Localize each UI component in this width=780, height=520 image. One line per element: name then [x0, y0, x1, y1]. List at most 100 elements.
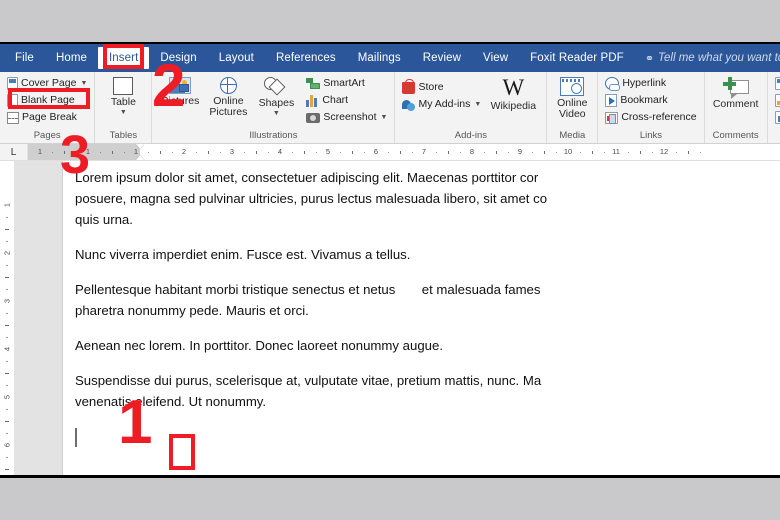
hyperlink-button[interactable]: Hyperlink: [603, 75, 698, 92]
bookmark-button[interactable]: Bookmark: [603, 92, 698, 109]
chevron-down-icon: ▼: [474, 101, 482, 108]
ruler-tick-label: 8: [469, 147, 475, 156]
ruler-tick-mark: [64, 151, 65, 154]
online-pictures-button[interactable]: Online Pictures: [205, 75, 251, 118]
cross-reference-button[interactable]: Cross-reference: [603, 109, 698, 126]
group-title-media: Media: [559, 130, 586, 141]
page-number-button[interactable]: Page Number ▼: [773, 109, 780, 126]
document-text-container[interactable]: Lorem ipsum dolor sit amet, consectetuer…: [63, 167, 780, 448]
hyperlink-icon: [605, 77, 621, 91]
ruler-tick-mark: [172, 152, 173, 153]
smartart-button[interactable]: SmartArt: [304, 75, 389, 92]
document-page[interactable]: Lorem ipsum dolor sit amet, consectetuer…: [63, 161, 780, 475]
horizontal-ruler[interactable]: 1 1 1 2 3 4 5 6 7 8 9 10 11 12: [28, 144, 780, 160]
tab-view[interactable]: View: [472, 48, 519, 68]
table-icon: [113, 77, 134, 95]
online-video-icon: [560, 77, 585, 96]
ruler-tick-mark: [292, 152, 293, 153]
ribbon-group-links: Hyperlink Bookmark Cross-reference Links: [598, 72, 705, 143]
vertical-ruler-tick-mark: [5, 373, 9, 374]
vertical-ruler-tick-mark: [5, 421, 9, 422]
my-add-ins-button[interactable]: My Add-ins ▼: [400, 96, 483, 113]
document-line: venenatis eleifend. Ut nonummy.: [75, 394, 267, 409]
table-button[interactable]: Table ▼: [100, 75, 146, 118]
ruler-tick-label: 12: [659, 147, 669, 156]
ruler-tick-mark: [448, 151, 449, 154]
ruler-tick-mark: [388, 152, 389, 153]
tab-layout[interactable]: Layout: [208, 48, 265, 68]
smartart-icon: [306, 77, 321, 90]
ruler-tick-mark: [436, 152, 437, 153]
tab-references[interactable]: References: [265, 48, 347, 68]
vertical-ruler-tick-mark: [6, 313, 8, 314]
hyperlink-label: Hyperlink: [622, 77, 667, 89]
store-label: Store: [418, 81, 444, 93]
chevron-down-icon: ▼: [80, 80, 88, 87]
screenshot-button[interactable]: Screenshot ▼: [304, 109, 389, 126]
cover-page-button[interactable]: Cover Page ▼: [5, 75, 89, 92]
group-title-links: Links: [639, 130, 663, 141]
ruler-tick-mark: [196, 152, 197, 153]
tell-me-placeholder: Tell me what you want to do...: [658, 52, 780, 64]
wikipedia-label: Wikipedia: [490, 100, 537, 112]
ruler-bar: L 1 1 1 2 3 4 5 6 7 8 9 10 11 12: [0, 144, 780, 161]
tab-design[interactable]: Design: [149, 48, 207, 68]
add-ins-icon: [402, 99, 416, 111]
blank-page-button[interactable]: Blank Page: [5, 92, 89, 109]
ruler-tick-label: 1: [85, 147, 91, 156]
document-paragraph[interactable]: Aenean nec lorem. In porttitor. Donec la…: [75, 335, 780, 356]
header-button[interactable]: Header ▼: [773, 75, 780, 92]
ruler-tick-label: 1: [133, 147, 139, 156]
vertical-ruler[interactable]: 1 2 3 4 5 6: [0, 161, 14, 475]
vertical-ruler-tick-mark: [6, 457, 8, 458]
ruler-tick-mark: [604, 152, 605, 153]
tab-home[interactable]: Home: [45, 48, 98, 68]
ruler-tick-label: 4: [277, 147, 283, 156]
footer-button[interactable]: Footer ▼: [773, 92, 780, 109]
shapes-button[interactable]: Shapes ▼: [253, 75, 299, 119]
text-cursor-line[interactable]: [75, 426, 780, 448]
ruler-tick-mark: [160, 151, 161, 154]
online-video-button[interactable]: Online Video: [552, 75, 592, 120]
ruler-tick-mark: [268, 152, 269, 153]
comment-button[interactable]: Comment: [710, 75, 762, 110]
tell-me-search[interactable]: ⚭ Tell me what you want to do...: [645, 52, 780, 65]
online-pictures-label: Online Pictures: [209, 95, 248, 118]
document-paragraph[interactable]: Lorem ipsum dolor sit amet, consectetuer…: [75, 167, 780, 230]
ruler-tick-mark: [460, 152, 461, 153]
wikipedia-icon: W: [502, 75, 525, 100]
ruler-tick-label: 5: [325, 147, 331, 156]
tab-foxit-reader-pdf[interactable]: Foxit Reader PDF: [519, 48, 635, 68]
document-paragraph[interactable]: Nunc viverra imperdiet enim. Fusce est. …: [75, 244, 780, 265]
document-paragraph[interactable]: Suspendisse dui purus, scelerisque at, v…: [75, 370, 780, 412]
ruler-tick-mark: [484, 152, 485, 153]
wikipedia-button[interactable]: W Wikipedia: [485, 75, 541, 112]
chart-button[interactable]: Chart: [304, 92, 389, 109]
tab-stop-selector[interactable]: L: [0, 144, 28, 160]
tab-file[interactable]: File: [4, 48, 45, 68]
ruler-tick-mark: [508, 152, 509, 153]
ruler-tick-mark: [340, 152, 341, 153]
document-line: Aenean nec lorem. In porttitor. Donec la…: [75, 338, 444, 353]
page-break-icon: [7, 111, 19, 124]
bookmark-icon: [605, 94, 618, 107]
page-break-button[interactable]: Page Break: [5, 109, 89, 126]
screenshot-icon: [306, 112, 321, 123]
ruler-tick-mark: [148, 152, 149, 153]
ruler-tick-label: 10: [563, 147, 573, 156]
comment-icon: [722, 77, 749, 99]
ruler-tick-mark: [496, 151, 497, 154]
cross-reference-icon: [605, 111, 619, 124]
ruler-tick-label: 7: [421, 147, 427, 156]
left-margin-area: [14, 161, 63, 475]
vertical-ruler-tick-mark: [6, 265, 8, 266]
tab-mailings[interactable]: Mailings: [347, 48, 412, 68]
document-paragraph[interactable]: Pellentesque habitant morbi tristique se…: [75, 279, 780, 321]
ruler-tick-mark: [208, 151, 209, 154]
tab-insert[interactable]: Insert: [98, 47, 150, 69]
store-button[interactable]: Store: [400, 78, 483, 96]
ruler-tick-mark: [316, 152, 317, 153]
tab-review[interactable]: Review: [412, 48, 472, 68]
chevron-down-icon: ▼: [380, 114, 388, 121]
pictures-button[interactable]: Pictures: [157, 75, 203, 107]
